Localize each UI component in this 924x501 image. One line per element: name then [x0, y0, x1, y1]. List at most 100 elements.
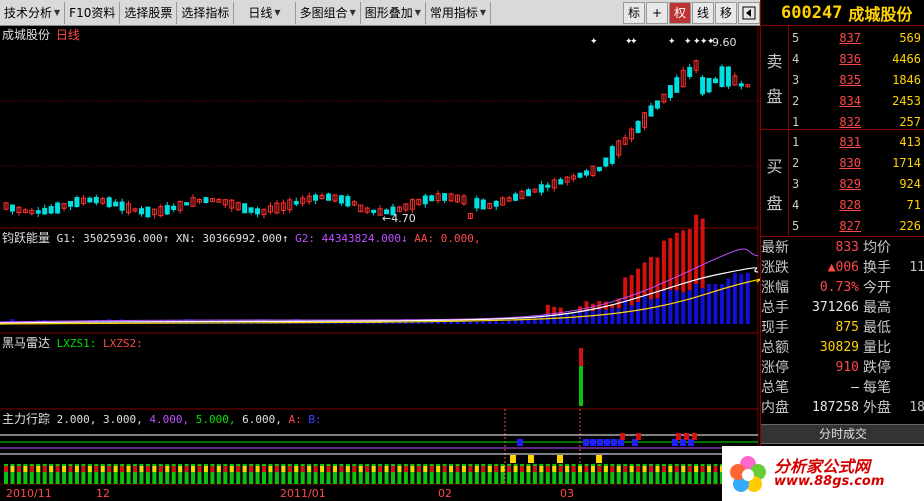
tracking-bar-top	[326, 466, 331, 472]
tracking-bar-top	[152, 466, 157, 472]
tracking-bar-top	[236, 466, 241, 472]
crosshair-button[interactable]: +	[646, 1, 668, 24]
tracking-bar-top	[62, 466, 67, 472]
tracking-bar-top	[81, 466, 86, 472]
chevron-down-icon: ▼	[54, 7, 61, 17]
move-button[interactable]: 移	[715, 1, 737, 24]
mark-button[interactable]: 标	[623, 1, 645, 24]
tracking-bar-top	[4, 466, 8, 472]
tracking-bar-top	[358, 466, 363, 472]
tech-analysis-menu[interactable]: 技术分析 ▼	[0, 1, 66, 24]
tracking-bar-top	[449, 466, 454, 472]
close-panel-icon	[742, 6, 756, 19]
candle-body	[145, 206, 151, 218]
energy-bar-red	[629, 275, 634, 306]
tracking-bar-top	[590, 466, 595, 472]
period-menu[interactable]: 日线 ▼	[234, 1, 296, 24]
tracking-bar-top	[629, 466, 634, 472]
chevron-down-icon: ▼	[274, 7, 281, 17]
flower-logo-icon	[730, 455, 766, 492]
tracking-bar-top	[191, 466, 196, 472]
star-marker: ✦	[630, 37, 638, 47]
ask-row[interactable]: 3 835 1846	[789, 69, 924, 90]
bid-row[interactable]: 1 831 413	[789, 131, 924, 152]
stat-row: 涨跌 ▲006 换手 11	[761, 257, 924, 277]
energy-bar-blue	[468, 321, 473, 324]
chevron-down-icon: ▼	[414, 7, 421, 17]
bid-row[interactable]: 3 829 924	[789, 173, 924, 194]
tracking-bar-top	[184, 466, 189, 472]
ask-row[interactable]: 4 836 4466	[789, 48, 924, 69]
ask-row[interactable]: 5 837 569	[789, 27, 924, 48]
energy-bar-blue	[674, 290, 679, 324]
candle-body	[635, 121, 641, 133]
energy-bar-blue	[732, 272, 737, 324]
star-marker: ✦	[590, 37, 598, 47]
close-panel-button[interactable]	[738, 1, 760, 24]
candle-body	[184, 202, 190, 206]
stat-row: 涨幅 0.73% 今开	[761, 277, 924, 297]
energy-name: 钧跃能量	[2, 231, 51, 245]
adjust-right-button[interactable]: 权	[669, 1, 691, 24]
bid-price: 827	[839, 218, 861, 233]
tick-trade-button[interactable]: 分时成交	[761, 424, 924, 444]
select-stock-button[interactable]: 选择股票	[120, 1, 178, 24]
multi-chart-menu[interactable]: 多图组合 ▼	[296, 1, 361, 24]
chart-canvas[interactable]: ✦ ✦✦ ✦ ✦ ✦ ✦ ✦	[0, 26, 760, 501]
ask-row[interactable]: 2 834 2453	[789, 90, 924, 111]
energy-bar-red	[584, 301, 589, 311]
ask-level: 3	[792, 72, 800, 87]
tracking-v4: 5.000,	[195, 413, 236, 426]
select-indicator-label: 选择指标	[181, 5, 230, 20]
candle-body	[248, 207, 254, 213]
tracking-bar-top	[526, 466, 531, 472]
tracking-bar-top	[681, 466, 686, 472]
tick-trade-label: 分时成交	[818, 427, 867, 441]
common-indicator-menu[interactable]: 常用指标 ▼	[426, 1, 492, 24]
overlay-menu[interactable]: 图形叠加 ▼	[361, 1, 426, 24]
energy-bar-blue	[739, 274, 744, 324]
candle-body	[738, 83, 744, 87]
tracking-bar-top	[403, 466, 408, 472]
candle-body	[74, 197, 80, 208]
tracking-bar-top	[158, 466, 163, 472]
bid-row[interactable]: 4 828 71	[789, 194, 924, 215]
select-indicator-button[interactable]: 选择指标	[177, 1, 235, 24]
ask-volume: 257	[899, 114, 921, 129]
energy-bar-blue	[687, 290, 692, 324]
energy-bar-blue	[610, 308, 615, 324]
tracking-bar-top	[100, 466, 105, 472]
ask-level: 2	[792, 93, 800, 108]
tracking-bar-top	[455, 466, 460, 472]
candle-body	[429, 195, 435, 202]
tracking-bar-top	[461, 466, 466, 472]
bid-row[interactable]: 2 830 1714	[789, 152, 924, 173]
stat-value: 875	[835, 319, 859, 335]
chart-area[interactable]: ✦ ✦ ✦ ✦ ✦ ✦ ✦ ✦ 成城股份 日线 钧跃能量 G1: 35025936.000↑ …	[0, 26, 760, 501]
tracking-bar-top	[365, 466, 370, 472]
ask-row[interactable]: 1 832 257	[789, 111, 924, 132]
tracking-bar-top	[268, 466, 273, 472]
stat-row: 总手 371266 最高	[761, 297, 924, 317]
tracking-bar-top	[416, 466, 421, 472]
main-pane-title: 成城股份 日线	[2, 26, 80, 43]
tracking-bar-top	[552, 466, 557, 472]
energy-bar-blue	[571, 313, 576, 324]
tracking-bar-top	[345, 466, 350, 472]
stat-value: 187258	[812, 399, 859, 415]
multi-chart-label: 多图组合	[299, 5, 348, 20]
candle-body	[42, 207, 48, 215]
line-button[interactable]: 线	[692, 1, 714, 24]
stat-label-2: 跌停	[863, 360, 891, 376]
candle-body	[113, 201, 119, 207]
tracking-block-blue	[611, 439, 617, 446]
bid-row[interactable]: 5 827 226	[789, 215, 924, 236]
tech-analysis-label: 技术分析	[4, 5, 53, 20]
star-marker: ✦	[684, 37, 692, 47]
tracking-bar-top	[229, 466, 234, 472]
bid-price: 831	[839, 134, 861, 149]
overlay-label: 图形叠加	[364, 5, 413, 20]
bid-book: 买盘 1 831 413 2 830 1714 3 829 924 4 828 71 5 827 226	[761, 130, 924, 237]
ask-level: 5	[792, 30, 800, 45]
f10-button[interactable]: F10资料	[65, 1, 121, 24]
